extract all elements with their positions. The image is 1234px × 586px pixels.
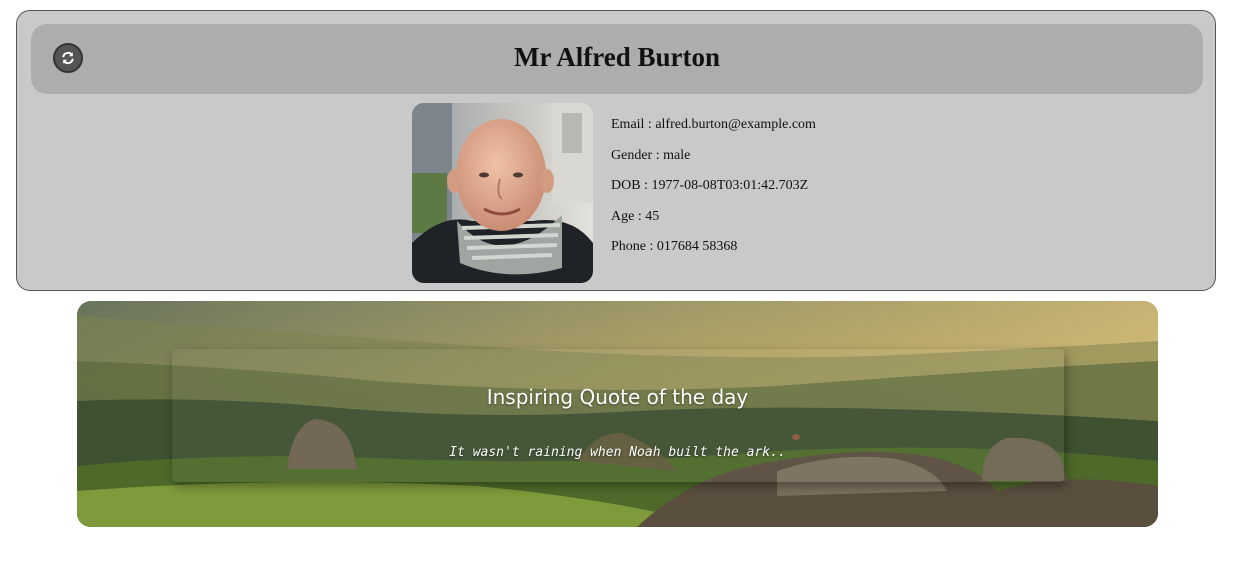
quote-text: It wasn't raining when Noah built the ar… bbox=[449, 445, 786, 460]
detail-dob: DOB : 1977-08-08T03:01:42.703Z bbox=[611, 178, 809, 193]
detail-age: Age : 45 bbox=[611, 208, 660, 224]
profile-name: Mr Alfred Burton bbox=[514, 42, 720, 72]
avatar bbox=[412, 103, 593, 283]
profile-header: Mr Alfred Burton bbox=[31, 24, 1203, 94]
quote-heading: Inspiring Quote of the day bbox=[486, 385, 749, 409]
profile-card: Mr Alfred Burton Email: alfred.burton@e… bbox=[16, 10, 1216, 291]
quote-card: Inspiring Quote of the day It wasn't rai… bbox=[77, 301, 1158, 527]
profile-details: Email : alfred.burton@example.com Gender… bbox=[611, 115, 816, 268]
detail-phone: Phone : 017684 58368 bbox=[611, 239, 738, 254]
detail-gender: Gender : male bbox=[611, 147, 691, 163]
detail-email: Email : alfred.burton@example.com bbox=[611, 117, 816, 132]
quote-panel bbox=[172, 349, 1064, 482]
